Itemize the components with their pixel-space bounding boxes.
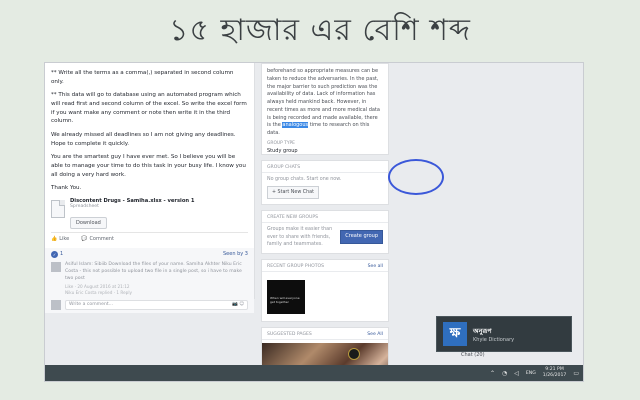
like-action[interactable]: 👍 Like	[51, 236, 69, 242]
post-paragraph: ** This data will go to database using a…	[51, 92, 247, 125]
chevron-up-icon[interactable]: ⌃	[490, 370, 495, 377]
comment-text: Asiful Islam: Sibiib Download the files …	[65, 261, 242, 281]
speaker-icon[interactable]: ◁	[514, 370, 519, 377]
post-action-bar: 👍 Like 💬 Comment	[51, 231, 248, 245]
group-chats-heading: Group chats	[262, 161, 388, 173]
post-paragraph: You are the smartest guy I have ever met…	[51, 154, 246, 178]
comment-reply[interactable]: Niku Eric Costa replied · 1 Reply	[65, 290, 248, 295]
suggested-pages-heading-text: Suggested pages	[267, 331, 312, 337]
post-paragraph: Thank You.	[51, 185, 82, 192]
create-groups-heading: Create new groups	[262, 211, 388, 224]
recent-photos-heading-text: Recent group photos	[267, 263, 325, 269]
like-count[interactable]: ✓ 1	[51, 250, 64, 258]
like-badge-icon: ✓	[51, 250, 58, 258]
comment-action[interactable]: 💬 Comment	[81, 236, 114, 242]
comment-input[interactable]: Write a comment... 📷 ☺	[65, 299, 248, 310]
comment-input-placeholder: Write a comment...	[69, 302, 114, 308]
see-all-photos-link[interactable]: See all	[368, 264, 383, 269]
see-all-pages-link[interactable]: See All	[367, 332, 383, 337]
dictionary-name: Khyie Dictionary	[473, 336, 515, 343]
chat-sidebar-label[interactable]: Chat (20)	[461, 352, 485, 358]
seen-by[interactable]: Seen by 3	[223, 251, 248, 258]
create-groups-heading-text: Create new groups	[267, 215, 319, 221]
group-type-value: Study group	[267, 147, 298, 154]
comments-area: ✓ 1 Seen by 3 Asiful Islam: Sibiib Downl…	[45, 247, 254, 313]
clock-date: 1/26/2017	[542, 373, 567, 378]
translation-result: অনুরূপ	[473, 326, 492, 335]
group-description-card: beforehand so appropriate measures can b…	[261, 63, 389, 155]
post-paragraph: We already missed all deadlines so I am …	[51, 131, 236, 147]
thumbs-up-icon: 👍	[51, 235, 58, 242]
start-new-chat-button[interactable]: + Start New Chat	[267, 186, 319, 200]
post-body: ** Write all the terms as a comma(,) sep…	[45, 63, 254, 193]
photo-thumbnail[interactable]: When will everyone get together	[267, 279, 305, 314]
write-comment-row: Write a comment... 📷 ☺	[51, 299, 248, 310]
comment-icon: 💬	[81, 235, 88, 242]
recent-photos-card: Recent group photos See all When will ev…	[261, 258, 389, 322]
attachment-name[interactable]: Discontent Drugs - Samiha.xlsx - version…	[70, 198, 195, 204]
create-groups-card: Create new groups Groups make it easier …	[261, 210, 389, 254]
group-chats-heading-text: Group chats	[267, 165, 301, 170]
group-type-label: Group type	[267, 140, 295, 146]
attachment-type: Spreadsheet	[70, 203, 99, 209]
like-label: Like	[59, 235, 70, 242]
comment: Asiful Islam: Sibiib Download the files …	[51, 261, 248, 295]
spreadsheet-file-icon	[51, 199, 65, 218]
dictionary-logo-icon: ক্ষ	[443, 322, 467, 346]
description-text: beforehand so appropriate measures can b…	[267, 68, 380, 129]
clock[interactable]: 9:21 PM 1/26/2017	[543, 367, 567, 378]
create-groups-text: Groups make it easier than ever to share…	[267, 227, 333, 247]
suggested-pages-heading: Suggested pages See All	[262, 328, 388, 340]
selected-word[interactable]: analogous	[282, 122, 309, 129]
page-badge-icon	[348, 347, 360, 360]
language-indicator[interactable]: ENG	[526, 371, 536, 376]
dictionary-popup[interactable]: ক্ষ অনুরূপ Khyie Dictionary	[436, 316, 572, 352]
reactions-row: ✓ 1 Seen by 3	[51, 250, 248, 258]
create-group-button[interactable]: Create group	[340, 230, 383, 244]
avatar	[51, 299, 61, 310]
notification-icon[interactable]: ▭	[573, 370, 579, 377]
post-paragraph: ** Write all the terms as a comma(,) sep…	[51, 70, 234, 85]
photo-caption: When will everyone get together	[270, 295, 300, 305]
avatar[interactable]	[51, 261, 61, 272]
windows-taskbar: ⌃ ◔ ◁ ENG 9:21 PM 1/26/2017 ▭	[45, 365, 583, 381]
highlight-circle	[388, 159, 444, 195]
recent-photos-heading: Recent group photos See all	[262, 260, 388, 272]
banner-title: ১৫ হাজার এর বেশি শব্দ	[169, 12, 471, 48]
wifi-icon[interactable]: ◔	[502, 370, 507, 377]
camera-icon[interactable]: 📷 ☺	[232, 302, 244, 307]
group-post: ** Write all the terms as a comma(,) sep…	[45, 63, 255, 313]
download-button[interactable]: Download	[70, 216, 107, 229]
right-sidebar: beforehand so appropriate measures can b…	[261, 63, 389, 381]
comment-meta[interactable]: Like · 20 August 2016 at 21:12	[65, 284, 248, 289]
file-attachment[interactable]: Discontent Drugs - Samiha.xlsx - version…	[51, 198, 248, 229]
like-count-value: 1	[60, 251, 64, 258]
group-chats-empty: No group chats. Start one now.	[267, 177, 342, 182]
group-chats-card: Group chats No group chats. Start one no…	[261, 160, 389, 206]
banner: ১৫ হাজার এর বেশি শব্দ	[0, 0, 640, 62]
comment-label: Comment	[89, 235, 114, 242]
